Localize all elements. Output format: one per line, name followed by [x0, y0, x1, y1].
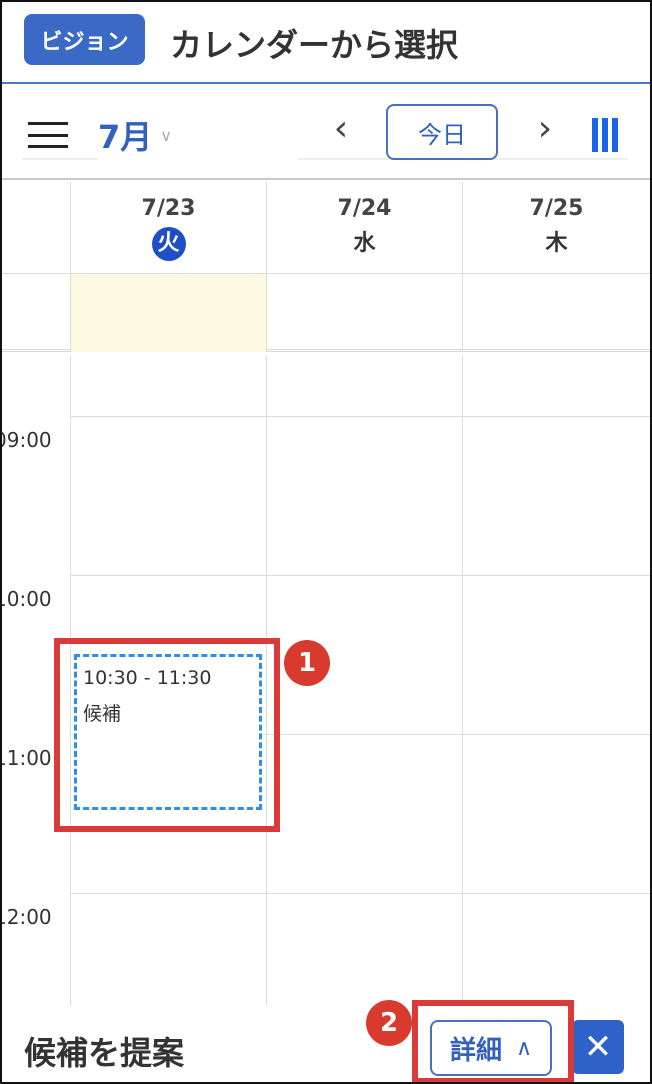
hamburger-menu-icon[interactable]: [28, 122, 68, 148]
month-select[interactable]: 7月 ∨: [98, 112, 172, 158]
grid-hour-line: [70, 416, 650, 417]
calendar-screen: ビジョン カレンダーから選択 7月 ∨ ‹ 今日 › 7/23 火 7/24 水…: [0, 0, 652, 1084]
day-weekday: 木: [545, 231, 568, 256]
propose-candidate-title: 候補を提案: [24, 1034, 185, 1072]
day-weekday-today: 火: [151, 227, 186, 261]
callout-number-badge: 2: [366, 1000, 412, 1046]
columns-icon[interactable]: [592, 118, 620, 152]
day-date: 7/25: [529, 196, 584, 221]
all-day-cell-today[interactable]: [70, 274, 266, 352]
chevron-left-icon[interactable]: ‹: [326, 108, 356, 149]
app-badge: ビジョン: [24, 14, 145, 65]
callout-number-badge: 1: [284, 640, 330, 686]
time-label: 10:00: [2, 587, 52, 611]
grid-hour-line: [70, 893, 650, 894]
day-header: 7/23 火 7/24 水 7/25 木: [2, 182, 650, 274]
calendar-toolbar: 7月 ∨ ‹ 今日 ›: [2, 86, 650, 180]
day-column-header[interactable]: 7/25 木: [462, 182, 650, 274]
day-column-header[interactable]: 7/23 火: [70, 182, 266, 274]
callout-highlight-box: [54, 638, 280, 832]
toolbar-divider: [22, 158, 98, 160]
time-label: 11:00: [2, 746, 52, 770]
day-date: 7/23: [141, 196, 196, 221]
all-day-cell[interactable]: [462, 274, 650, 352]
callout-highlight-box: [412, 1000, 574, 1082]
close-icon[interactable]: ✕: [572, 1020, 624, 1074]
chevron-down-icon: ∨: [160, 125, 172, 145]
time-label: 09:00: [2, 428, 52, 452]
grid-column-line: [462, 356, 463, 1006]
day-weekday: 水: [353, 231, 376, 256]
chevron-right-icon[interactable]: ›: [530, 108, 560, 149]
day-column-header[interactable]: 7/24 水: [266, 182, 462, 274]
all-day-cell[interactable]: [266, 274, 462, 352]
day-date: 7/24: [337, 196, 392, 221]
app-header: ビジョン カレンダーから選択: [2, 2, 650, 84]
page-title: カレンダーから選択: [170, 26, 459, 64]
all-day-row: [2, 274, 650, 352]
month-label: 7月: [98, 118, 153, 156]
grid-hour-line: [70, 575, 650, 576]
today-button[interactable]: 今日: [386, 104, 498, 160]
time-label: 12:00: [2, 905, 52, 929]
